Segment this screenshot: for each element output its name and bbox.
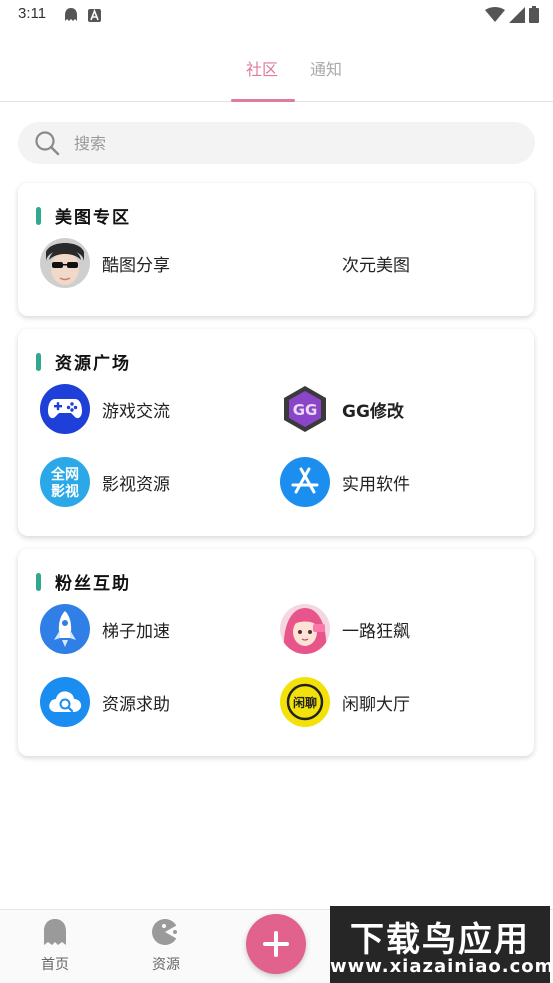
section-header: 粉丝互助: [36, 569, 131, 594]
nav-resources[interactable]: 资源: [136, 918, 196, 974]
board-item-games[interactable]: 游戏交流: [40, 384, 170, 434]
status-system-icons: [485, 6, 539, 23]
board-item-vpn-speedup[interactable]: 梯子加速: [40, 604, 170, 654]
section-card-gallery: 美图专区 酷图分享 次元美图: [18, 183, 534, 316]
chat-badge-text: 闲聊: [293, 695, 317, 710]
section-title: 资源广场: [55, 354, 131, 374]
tab-notifications[interactable]: 通知: [310, 56, 342, 80]
board-item-utility-apps[interactable]: 实用软件: [280, 457, 410, 507]
watermark-title: 下载鸟应用: [350, 920, 530, 960]
tab-community[interactable]: 社区: [246, 56, 278, 80]
board-label: 闲聊大厅: [342, 694, 410, 715]
blank-icon: [280, 238, 330, 288]
section-title: 粉丝互助: [55, 574, 131, 594]
board-item-cool-pics[interactable]: 酷图分享: [40, 238, 170, 288]
search-input[interactable]: [74, 122, 494, 164]
anime-avatar-icon: [280, 604, 330, 654]
board-label: 一路狂飙: [342, 621, 410, 642]
nav-home[interactable]: 首页: [25, 918, 85, 974]
board-label: 次元美图: [342, 255, 410, 276]
board-label: 影视资源: [102, 474, 170, 495]
section-marker: [36, 572, 41, 591]
rocket-icon: [40, 604, 90, 654]
video-badge-text-top: 全网: [50, 466, 79, 483]
board-item-videos[interactable]: 全网 影视 影视资源: [40, 457, 170, 507]
search-bar[interactable]: [18, 122, 535, 164]
nav-home-label: 首页: [41, 957, 69, 973]
status-notification-icons: [64, 7, 101, 23]
video-badge-text-bottom: 影视: [51, 483, 79, 500]
section-title: 美图专区: [55, 208, 131, 228]
site-watermark: 下载鸟应用 www.xiazainiao.com: [330, 906, 553, 983]
cloud-search-icon: [40, 677, 90, 727]
board-item-chat-hall[interactable]: 闲聊 闲聊大厅: [280, 677, 410, 727]
watermark-url: www.xiazainiao.com: [330, 956, 553, 977]
create-post-button[interactable]: [246, 914, 306, 974]
nav-resources-label: 资源: [152, 957, 180, 973]
battery-icon: [529, 6, 539, 23]
ghost-home-icon: [44, 919, 66, 945]
board-item-resource-help[interactable]: 资源求助: [40, 677, 170, 727]
board-item-full-speed[interactable]: 一路狂飙: [280, 604, 410, 654]
board-label: 梯子加速: [102, 621, 170, 642]
board-label: 资源求助: [102, 694, 170, 715]
signal-icon: [509, 6, 525, 23]
chat-badge-icon: 闲聊: [280, 677, 330, 727]
board-label: 实用软件: [342, 474, 410, 495]
section-header: 美图专区: [36, 203, 131, 228]
ghost-notification-icon: [65, 8, 77, 21]
board-label: GG修改: [342, 401, 404, 422]
gg-logo-text: GG: [293, 401, 318, 419]
board-label: 游戏交流: [102, 401, 170, 422]
board-item-gg-modify[interactable]: GG GG修改: [280, 384, 404, 434]
wifi-icon: [485, 6, 505, 22]
section-marker: [36, 206, 41, 225]
active-tab-indicator: [231, 99, 295, 102]
video-badge-icon: 全网 影视: [40, 457, 90, 507]
board-label: 酷图分享: [102, 255, 170, 276]
section-marker: [36, 352, 41, 371]
gg-logo-icon: GG: [280, 384, 330, 434]
board-item-anime-pics[interactable]: 次元美图: [280, 238, 410, 288]
app-store-icon: [280, 457, 330, 507]
tab-bar: 社区 通知: [0, 44, 553, 102]
status-time: 3:11: [18, 5, 47, 22]
avatar-photo-icon: [40, 238, 90, 288]
gamepad-icon: [40, 384, 90, 434]
search-icon: [35, 131, 60, 156]
status-bar: 3:11: [0, 0, 553, 30]
plus-icon: [263, 931, 289, 957]
section-header: 资源广场: [36, 349, 131, 374]
section-card-fan-help: 粉丝互助 梯子加速 一路狂飙 资源求助 闲聊 闲聊大厅: [18, 549, 534, 756]
pacman-resources-icon: [152, 919, 179, 945]
section-card-resources: 资源广场 游戏交流 GG GG修改 全网 影视 影视资源 实用软件: [18, 329, 534, 536]
font-notification-icon: [88, 8, 101, 22]
